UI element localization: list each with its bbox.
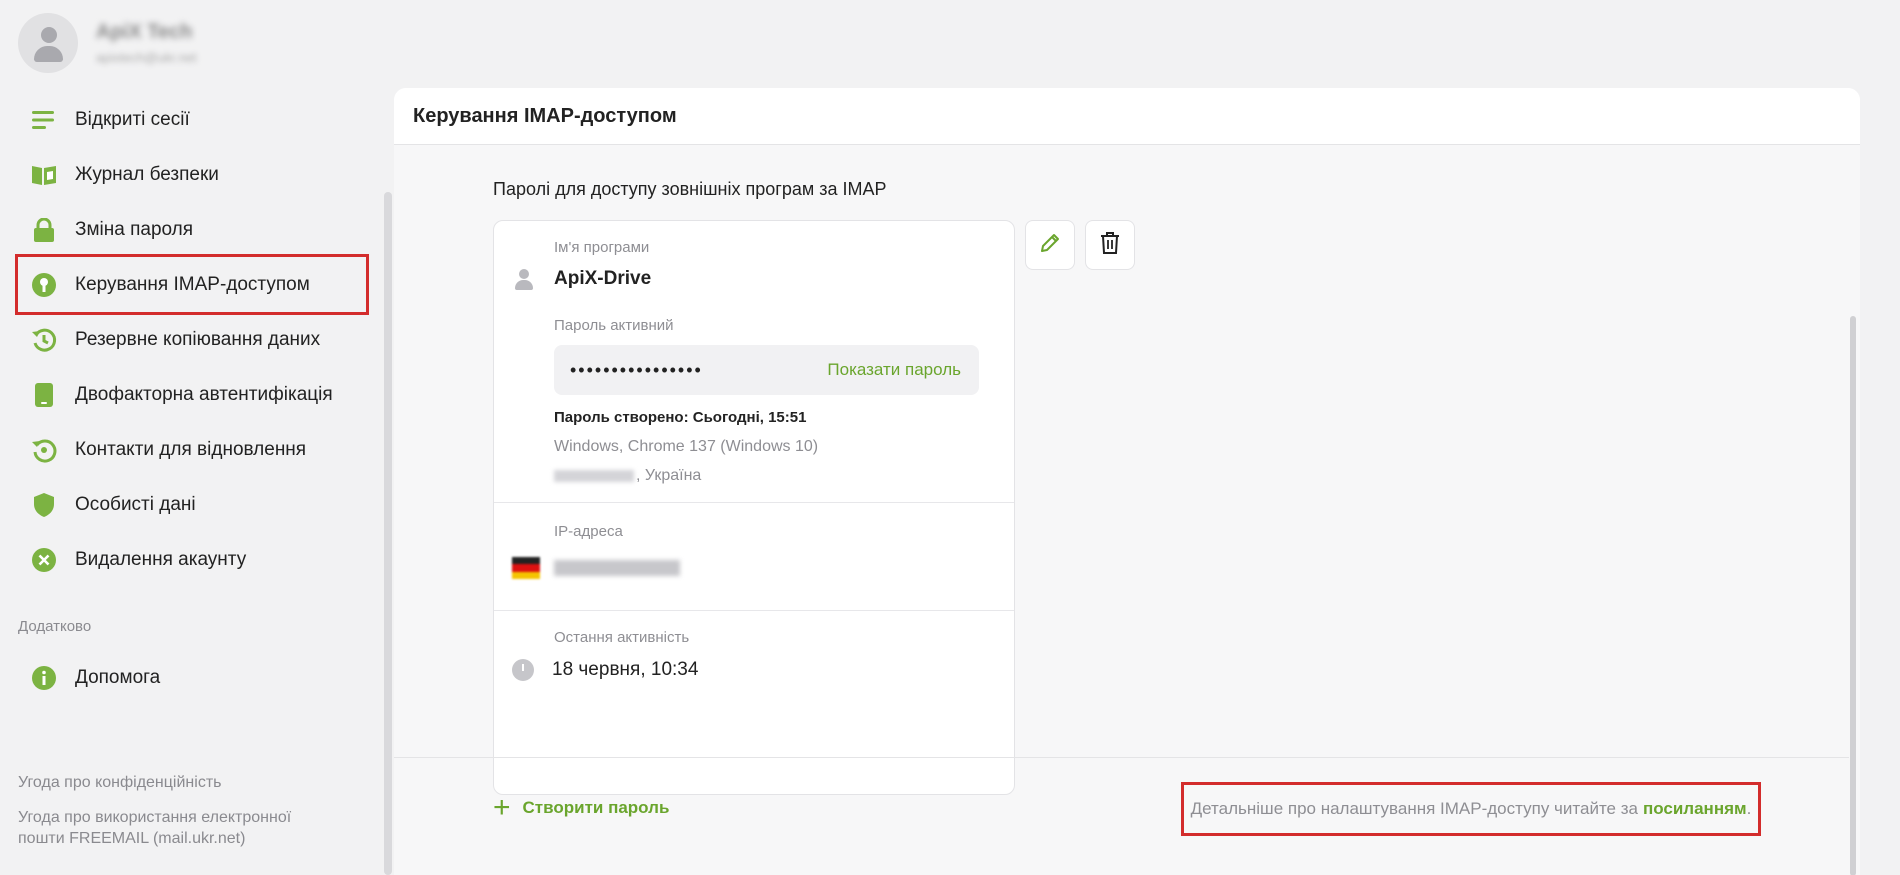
- program-label: Ім'я програми: [554, 239, 650, 256]
- password-mask: ••••••••••••••••: [570, 359, 703, 380]
- main-panel: Керування IMAP-доступом Паролі для досту…: [394, 88, 1860, 875]
- section-title: Паролі для доступу зовнішніх програм за …: [493, 179, 887, 199]
- redacted-ip: [554, 560, 680, 576]
- card-ip-section: IP-адреса: [494, 503, 1014, 611]
- sidebar-item-label: Зміна пароля: [75, 218, 194, 240]
- redacted-ip-small: [554, 470, 634, 482]
- sidebar-scrollbar[interactable]: [384, 192, 392, 875]
- sidebar-item-label: Резервне копіювання даних: [75, 328, 321, 350]
- terms-link[interactable]: Угода про використання електронної пошти…: [18, 807, 338, 849]
- sidebar-item-label: Контакти для відновлення: [75, 438, 307, 460]
- phone-icon: [30, 381, 58, 409]
- location-country: , Україна: [636, 467, 702, 484]
- sidebar-item-help[interactable]: Допомога: [18, 650, 366, 705]
- plus-icon: +: [493, 791, 511, 824]
- sidebar: ApiX Tech apixtech@ukr.net Відкриті сесі…: [0, 0, 392, 875]
- clock-icon: [512, 659, 534, 681]
- sidebar-item-label: Відкриті сесії: [75, 108, 190, 130]
- help-period: .: [1746, 799, 1752, 818]
- restore-icon: [30, 436, 58, 464]
- program-name: ApiX-Drive: [554, 268, 652, 289]
- sidebar-item-label: Двофакторна автентифікація: [75, 383, 333, 405]
- profile-email: apixtech@ukr.net: [96, 50, 197, 65]
- card-program-section: Ім'я програми ApiX-Drive Пароль активний…: [494, 221, 1014, 503]
- imap-password-card: Ім'я програми ApiX-Drive Пароль активний…: [493, 220, 1015, 795]
- help-text: Детальніше про налаштування IMAP-доступу…: [1190, 799, 1638, 818]
- sidebar-item-recovery-contacts[interactable]: Контакти для відновлення: [18, 422, 366, 477]
- remove-circle-icon: [30, 546, 58, 574]
- delete-button[interactable]: [1085, 220, 1135, 270]
- pencil-icon: [1038, 231, 1062, 260]
- backup-history-icon: [30, 326, 58, 354]
- user-icon: [512, 267, 536, 291]
- sidebar-item-backup[interactable]: Резервне копіювання даних: [18, 312, 366, 367]
- profile[interactable]: ApiX Tech apixtech@ukr.net: [18, 13, 197, 73]
- edit-button[interactable]: [1025, 220, 1075, 270]
- sidebar-item-label: Особисті дані: [75, 493, 196, 515]
- sidebar-item-change-password[interactable]: Зміна пароля: [18, 202, 366, 257]
- create-password-label: Створити пароль: [522, 798, 670, 817]
- divider: [394, 757, 1849, 758]
- sidebar-item-open-sessions[interactable]: Відкриті сесії: [18, 92, 366, 147]
- sidebar-item-label: Керування IMAP-доступом: [75, 273, 310, 295]
- main-scrollbar[interactable]: [1850, 316, 1856, 875]
- page-title: Керування IMAP-доступом: [413, 104, 677, 127]
- card-activity-section: Остання активність 18 червня, 10:34: [494, 611, 1014, 705]
- sidebar-nav-extra: Допомога: [18, 650, 366, 705]
- key-circle-icon: [30, 271, 58, 299]
- trash-icon: [1099, 231, 1121, 260]
- last-activity-label: Остання активність: [554, 629, 690, 646]
- sidebar-item-security-log[interactable]: Журнал безпеки: [18, 147, 366, 202]
- password-created: Пароль створено: Сьогодні, 15:51: [554, 409, 807, 426]
- password-status: Пароль активний: [554, 317, 674, 334]
- section-label-extra: Додатково: [18, 618, 92, 635]
- sidebar-item-label: Допомога: [75, 666, 161, 688]
- sidebar-item-delete-account[interactable]: Видалення акаунту: [18, 532, 366, 587]
- privacy-link[interactable]: Угода про конфіденційність: [18, 772, 338, 793]
- sidebar-item-imap-access[interactable]: Керування IMAP-доступом: [15, 254, 369, 315]
- book-icon: [30, 161, 58, 189]
- shield-icon: [30, 491, 58, 519]
- sidebar-nav: Відкриті сесії Журнал безпеки Зміна паро…: [15, 92, 369, 587]
- location-info: , Україна: [554, 467, 701, 485]
- help-link[interactable]: посиланням: [1643, 799, 1747, 819]
- list-lines-icon: [30, 106, 58, 134]
- sidebar-item-label: Видалення акаунту: [75, 548, 247, 570]
- ip-label: IP-адреса: [554, 523, 623, 540]
- device-info: Windows, Chrome 137 (Windows 10): [554, 438, 819, 455]
- lock-icon: [30, 216, 58, 244]
- sidebar-item-personal-data[interactable]: Особисті дані: [18, 477, 366, 532]
- info-icon: [30, 664, 58, 692]
- avatar[interactable]: [18, 13, 78, 73]
- panel-header: Керування IMAP-доступом: [394, 88, 1860, 145]
- last-activity-value: 18 червня, 10:34: [552, 659, 699, 680]
- footer-links: Угода про конфіденційність Угода про вик…: [18, 772, 338, 849]
- sidebar-item-2fa[interactable]: Двофакторна автентифікація: [18, 367, 366, 422]
- profile-name: ApiX Tech: [96, 21, 193, 43]
- show-password-button[interactable]: Показати пароль: [827, 360, 961, 380]
- create-password-button[interactable]: + Створити пароль: [493, 793, 669, 823]
- sidebar-item-label: Журнал безпеки: [75, 163, 219, 185]
- password-field: •••••••••••••••• Показати пароль: [554, 345, 979, 395]
- flag-icon: [512, 557, 540, 579]
- help-note: Детальніше про налаштування IMAP-доступу…: [1181, 782, 1761, 836]
